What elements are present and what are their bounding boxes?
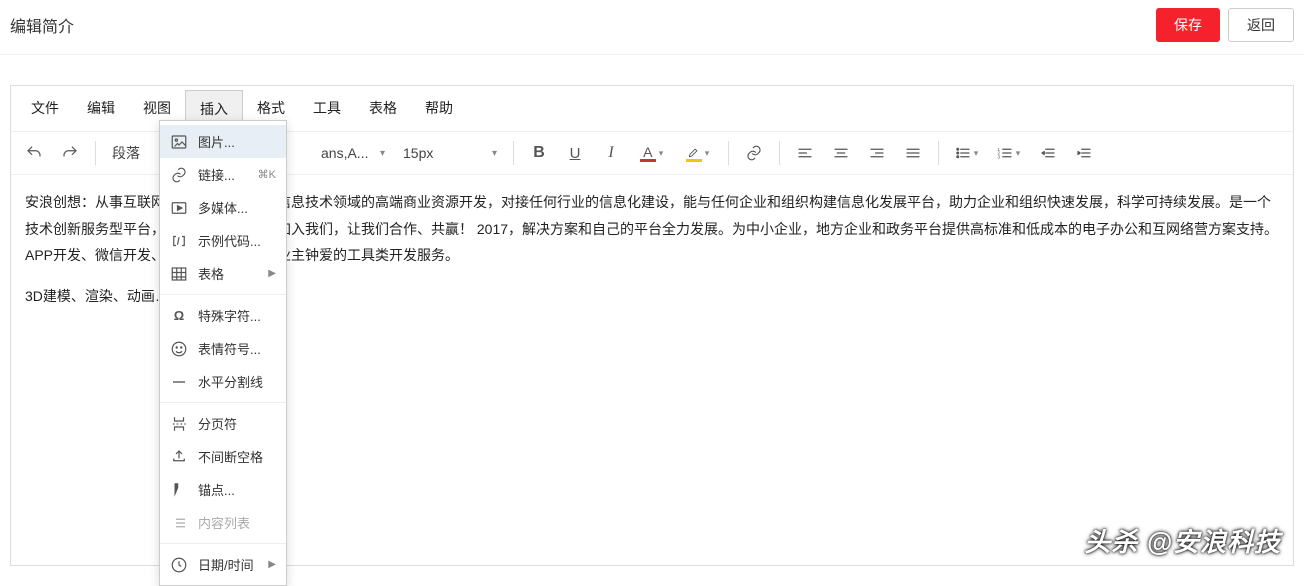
menu-table[interactable]: 表格 (355, 90, 411, 127)
bullet-list-button[interactable]: ▾ (947, 138, 987, 168)
insert-hr-label: 水平分割线 (198, 372, 276, 391)
insert-media-item[interactable]: 多媒体... (160, 191, 286, 224)
chevron-down-icon: ▾ (972, 148, 981, 159)
fontsize-select-label: 15px (403, 145, 433, 161)
insert-anchor-label: 锚点... (198, 480, 276, 499)
toolbar-separator (95, 141, 96, 165)
insert-table-label: 表格 (198, 264, 258, 283)
emoji-icon (170, 340, 188, 358)
dropdown-separator (160, 294, 286, 295)
omega-icon: Ω (170, 307, 188, 325)
align-left-button[interactable] (788, 138, 822, 168)
watermark: 头杀 @安浪科技 (1084, 522, 1281, 559)
insert-pagebreak-label: 分页符 (198, 414, 276, 433)
link-shortcut: ⌘K (258, 168, 276, 181)
insert-sample-item[interactable]: 示例代码... (160, 224, 286, 257)
insert-datetime-label: 日期/时间 (198, 555, 258, 574)
pagebreak-icon (170, 415, 188, 433)
dropdown-separator (160, 543, 286, 544)
font-select[interactable]: ans,A... ▾ (313, 138, 393, 168)
textcolor-button[interactable]: A ▾ (630, 138, 674, 168)
header-buttons: 保存 返回 (1156, 8, 1294, 42)
redo-button[interactable] (53, 138, 87, 168)
number-list-button[interactable]: 123▾ (989, 138, 1029, 168)
insert-specialchar-item[interactable]: Ω 特殊字符... (160, 299, 286, 332)
insert-table-item[interactable]: 表格 ▶ (160, 257, 286, 290)
insert-image-item[interactable]: 图片... (160, 125, 286, 158)
chevron-right-icon: ▶ (268, 268, 276, 279)
insert-emoji-item[interactable]: 表情符号... (160, 332, 286, 365)
link-icon (170, 166, 188, 184)
chevron-down-icon: ▾ (1014, 148, 1023, 159)
insert-anchor-item[interactable]: 锚点... (160, 473, 286, 506)
clock-icon (170, 556, 188, 574)
page-header: 编辑简介 保存 返回 (0, 0, 1304, 55)
code-sample-icon (170, 232, 188, 250)
insert-link-item[interactable]: 链接... ⌘K (160, 158, 286, 191)
chevron-right-icon: ▶ (268, 559, 276, 570)
align-right-button[interactable] (860, 138, 894, 168)
media-icon (170, 199, 188, 217)
insert-specialchar-label: 特殊字符... (198, 306, 276, 325)
italic-button[interactable]: I (594, 138, 628, 168)
insert-emoji-label: 表情符号... (198, 339, 276, 358)
image-icon (170, 133, 188, 151)
insert-link-label: 链接... (198, 165, 248, 184)
insert-image-label: 图片... (198, 132, 276, 151)
align-center-button[interactable] (824, 138, 858, 168)
menu-file[interactable]: 文件 (17, 90, 73, 127)
block-select-label: 段落 (112, 143, 140, 163)
insert-nbsp-item[interactable]: 不间断空格 (160, 440, 286, 473)
align-justify-button[interactable] (896, 138, 930, 168)
insert-toc-label: 内容列表 (198, 513, 276, 532)
toolbar-separator (513, 141, 514, 165)
chevron-down-icon: ▾ (492, 148, 497, 159)
link-button[interactable] (737, 138, 771, 168)
insert-sample-label: 示例代码... (198, 231, 276, 250)
anchor-icon (170, 481, 188, 499)
editor-container: 文件 编辑 视图 插入 格式 工具 表格 帮助 图片... 链接... ⌘K 多… (10, 85, 1294, 566)
toolbar-separator (779, 141, 780, 165)
insert-media-label: 多媒体... (198, 198, 276, 217)
menu-help[interactable]: 帮助 (411, 90, 467, 127)
dropdown-separator (160, 402, 286, 403)
indent-button[interactable] (1067, 138, 1101, 168)
insert-hr-item[interactable]: 水平分割线 (160, 365, 286, 398)
font-select-label: ans,A... (321, 145, 368, 161)
highlight-button[interactable]: ▾ (676, 138, 720, 168)
chevron-down-icon: ▾ (380, 148, 385, 159)
hr-icon (170, 373, 188, 391)
outdent-button[interactable] (1031, 138, 1065, 168)
undo-button[interactable] (17, 138, 51, 168)
insert-pagebreak-item[interactable]: 分页符 (160, 407, 286, 440)
menu-edit[interactable]: 编辑 (73, 90, 129, 127)
toolbar-separator (938, 141, 939, 165)
insert-toc-item: 内容列表 (160, 506, 286, 539)
table-icon (170, 265, 188, 283)
page-title: 编辑简介 (10, 13, 74, 37)
insert-datetime-item[interactable]: 日期/时间 ▶ (160, 548, 286, 581)
bold-button[interactable]: B (522, 138, 556, 168)
underline-button[interactable]: U (558, 138, 592, 168)
nbsp-icon (170, 448, 188, 466)
menu-tools[interactable]: 工具 (299, 90, 355, 127)
svg-text:3: 3 (997, 154, 1000, 159)
back-button[interactable]: 返回 (1228, 8, 1294, 42)
insert-nbsp-label: 不间断空格 (198, 447, 276, 466)
chevron-down-icon: ▾ (657, 148, 666, 159)
save-button[interactable]: 保存 (1156, 8, 1220, 42)
fontsize-select[interactable]: 15px ▾ (395, 138, 505, 168)
toolbar-separator (728, 141, 729, 165)
insert-dropdown: 图片... 链接... ⌘K 多媒体... 示例代码... 表格 ▶ Ω 特殊字… (159, 120, 287, 586)
chevron-down-icon: ▾ (703, 148, 712, 159)
toc-icon (170, 514, 188, 532)
